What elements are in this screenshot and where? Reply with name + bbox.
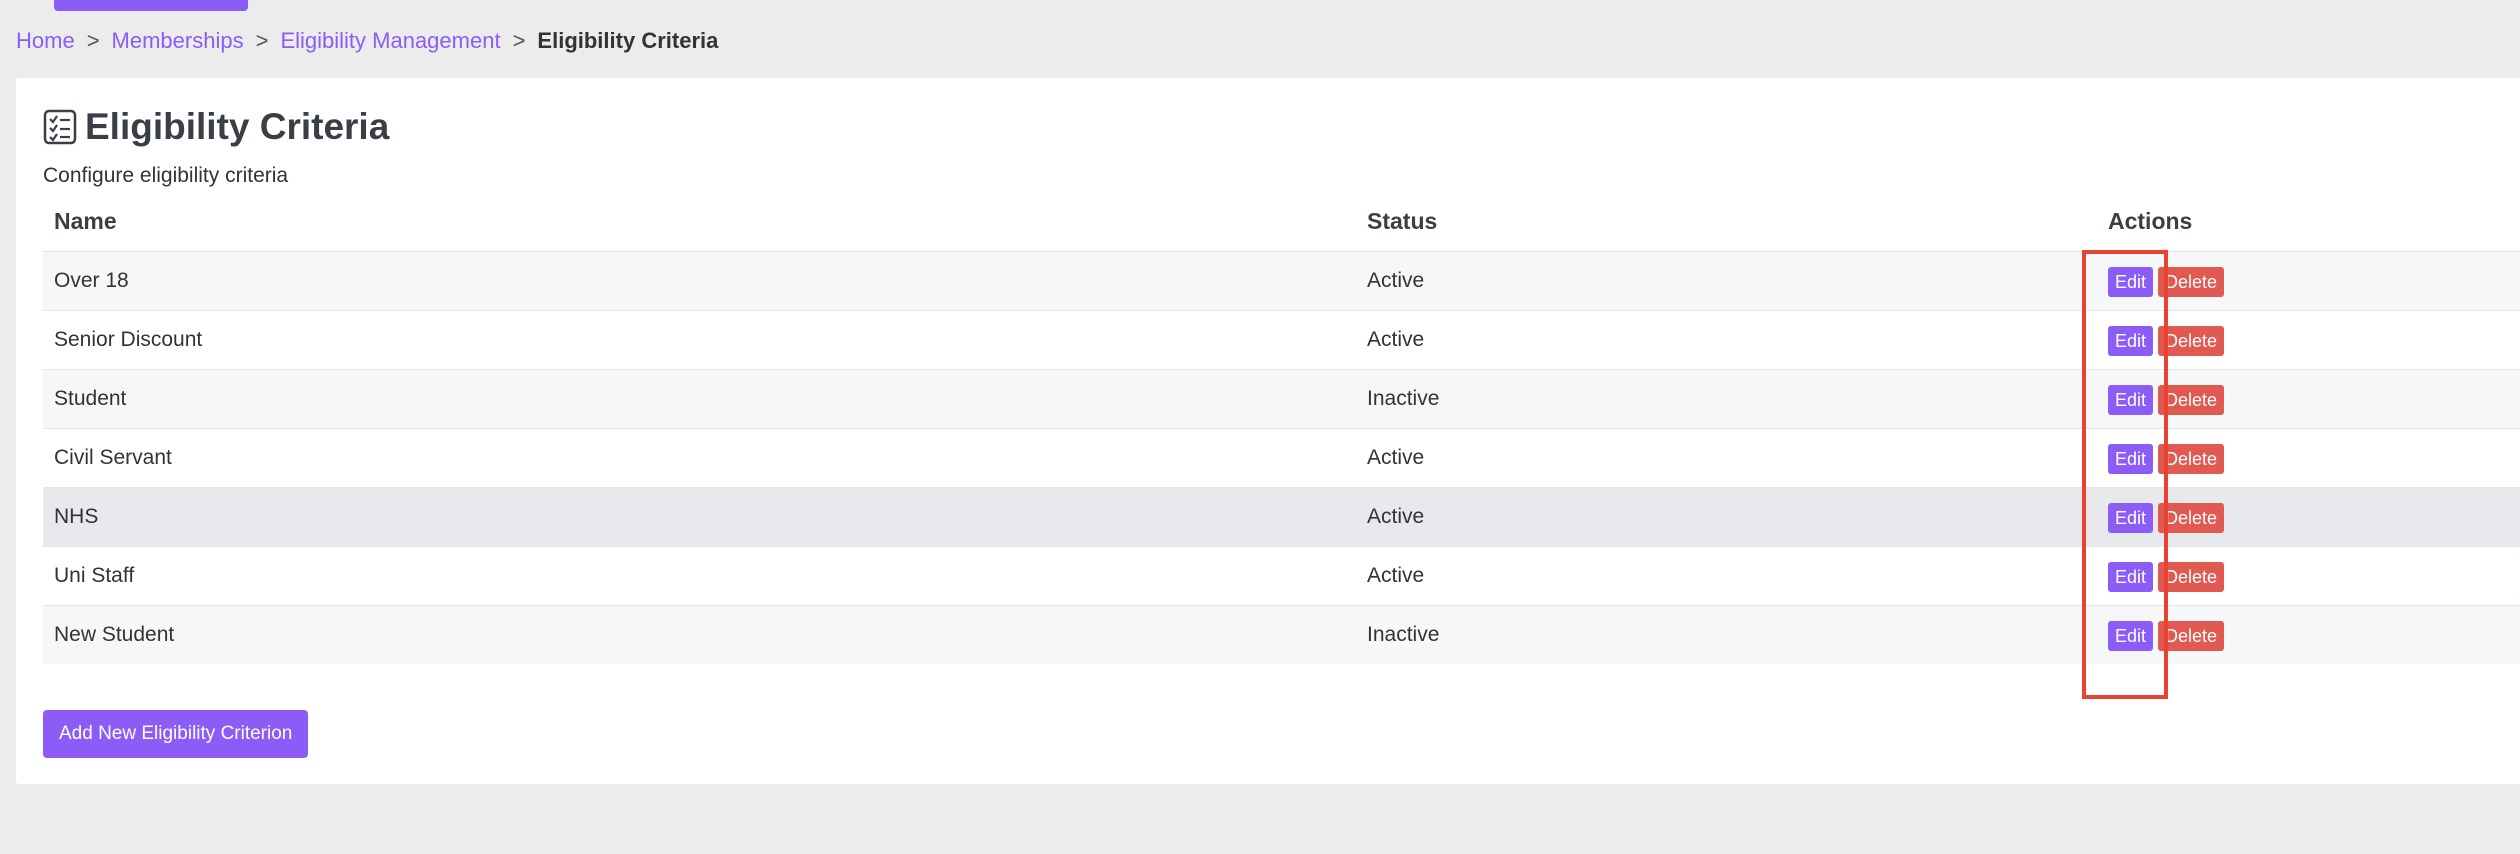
criterion-name: Civil Servant	[54, 446, 172, 469]
delete-button[interactable]: Delete	[2158, 444, 2225, 474]
criterion-status: Active	[1367, 505, 1425, 528]
criterion-status: Active	[1367, 446, 1425, 469]
edit-button[interactable]: Edit	[2108, 444, 2154, 474]
criterion-name: Over 18	[54, 269, 129, 292]
column-header-status: Status	[1367, 208, 1438, 234]
page-title: Eligibility Criteria	[85, 106, 390, 147]
delete-button[interactable]: Delete	[2158, 562, 2225, 592]
delete-button[interactable]: Delete	[2158, 385, 2225, 415]
edit-button[interactable]: Edit	[2108, 385, 2154, 415]
criterion-status: Inactive	[1367, 623, 1440, 646]
edit-button[interactable]: Edit	[2108, 621, 2154, 651]
row-actions: Edit Delete	[2108, 503, 2225, 533]
table-row: Uni Staff Active Edit Delete	[43, 547, 2520, 606]
criterion-status: Inactive	[1367, 387, 1440, 410]
breadcrumb-eligibility-management-link[interactable]: Eligibility Management	[280, 28, 500, 53]
table-row: NHS Active Edit Delete	[43, 488, 2520, 547]
delete-button[interactable]: Delete	[2158, 326, 2225, 356]
table-row: Senior Discount Active Edit Delete	[43, 311, 2520, 370]
criterion-name: New Student	[54, 623, 175, 646]
breadcrumb-home-link[interactable]: Home	[16, 28, 75, 53]
breadcrumb-separator: >	[86, 28, 100, 53]
table-row: New Student Inactive Edit Delete	[43, 606, 2520, 664]
top-nav-button-partial[interactable]	[54, 0, 248, 11]
criterion-name: Senior Discount	[54, 328, 203, 351]
table-row: Over 18 Active Edit Delete	[43, 252, 2520, 311]
row-actions: Edit Delete	[2108, 621, 2225, 651]
checklist-icon	[43, 109, 77, 145]
row-actions: Edit Delete	[2108, 385, 2225, 415]
row-actions: Edit Delete	[2108, 444, 2225, 474]
breadcrumb-current: Eligibility Criteria	[537, 28, 719, 53]
column-header-actions: Actions	[2108, 208, 2193, 234]
edit-button[interactable]: Edit	[2108, 267, 2154, 297]
criterion-status: Active	[1367, 328, 1425, 351]
breadcrumb: Home > Memberships > Eligibility Management >…	[16, 26, 718, 56]
edit-button[interactable]: Edit	[2108, 562, 2154, 592]
page-subtitle: Configure eligibility criteria	[43, 164, 289, 187]
row-actions: Edit Delete	[2108, 267, 2225, 297]
criterion-status: Active	[1367, 269, 1425, 292]
edit-button[interactable]: Edit	[2108, 503, 2154, 533]
row-actions: Edit Delete	[2108, 562, 2225, 592]
row-actions: Edit Delete	[2108, 326, 2225, 356]
eligibility-criteria-table: Name Status Actions Over 18 Active Edit …	[43, 192, 2520, 664]
criterion-name: Student	[54, 387, 127, 410]
breadcrumb-separator: >	[255, 28, 269, 53]
table-row: Civil Servant Active Edit Delete	[43, 429, 2520, 488]
table-header-row: Name Status Actions	[43, 192, 2520, 252]
column-header-name: Name	[54, 208, 117, 234]
table-row: Student Inactive Edit Delete	[43, 370, 2520, 429]
delete-button[interactable]: Delete	[2158, 621, 2225, 651]
delete-button[interactable]: Delete	[2158, 267, 2225, 297]
delete-button[interactable]: Delete	[2158, 503, 2225, 533]
edit-button[interactable]: Edit	[2108, 326, 2154, 356]
add-eligibility-criterion-button[interactable]: Add New Eligibility Criterion	[43, 710, 309, 758]
breadcrumb-memberships-link[interactable]: Memberships	[112, 28, 244, 53]
criterion-name: NHS	[54, 505, 99, 528]
page-header: Eligibility Criteria	[43, 104, 389, 150]
eligibility-criteria-panel: Eligibility Criteria Configure eligibili…	[16, 78, 2520, 784]
criterion-status: Active	[1367, 564, 1425, 587]
criterion-name: Uni Staff	[54, 564, 135, 587]
breadcrumb-separator: >	[512, 28, 526, 53]
